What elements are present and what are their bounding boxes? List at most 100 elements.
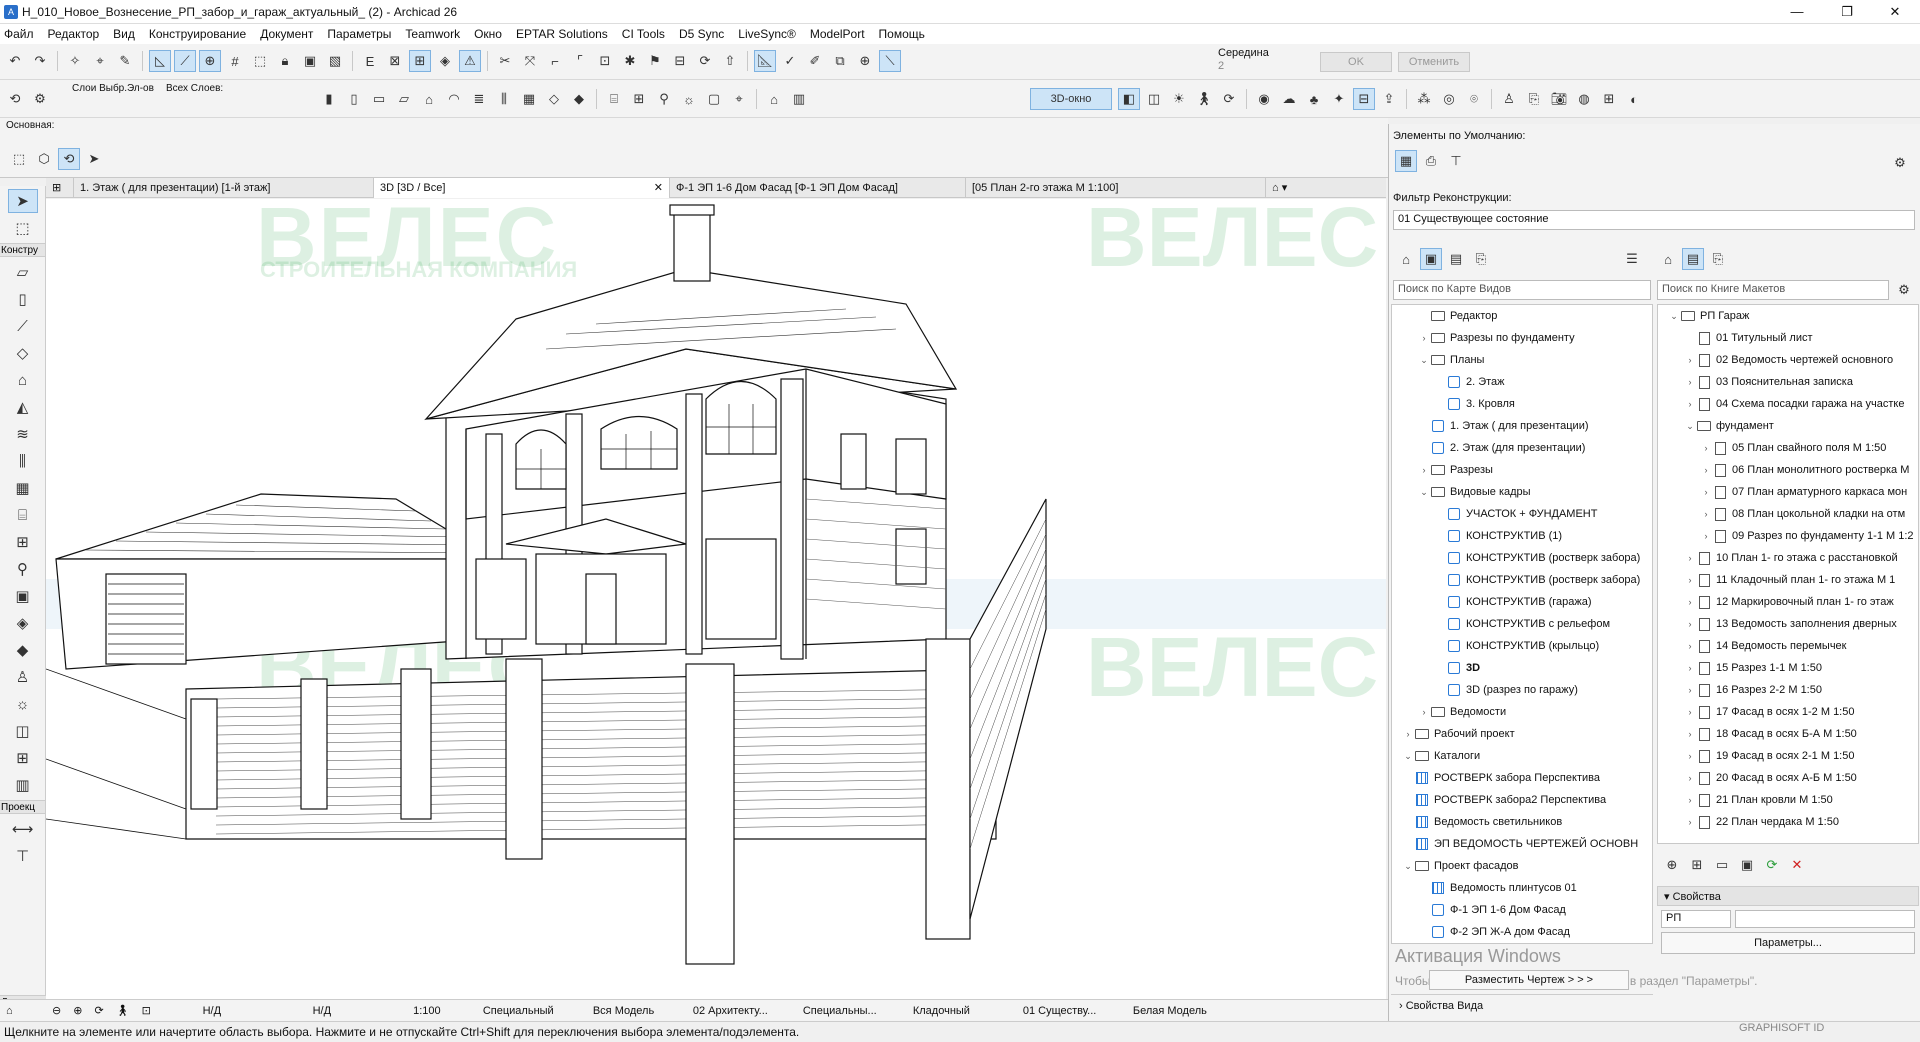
tree-item[interactable]: › 20 Фасад в осях А-Б М 1:50 <box>1658 767 1918 789</box>
new-layout-icon[interactable]: ⊕ <box>1661 854 1683 876</box>
tree-item[interactable]: КОНСТРУКТИВ (ростверк забора) <box>1392 569 1652 591</box>
ok-button[interactable]: OK <box>1320 52 1392 72</box>
expand-arrow-icon[interactable]: › <box>1684 811 1696 833</box>
explode-icon[interactable]: ✱ <box>619 50 641 72</box>
tree-item[interactable]: ЭП ВЕДОМОСТЬ ЧЕРТЕЖЕЙ ОСНОВН <box>1392 833 1652 855</box>
renovation-icon[interactable]: ⚠ <box>459 50 481 72</box>
house-icon[interactable]: ⌂ <box>763 88 785 110</box>
rotate-view-icon[interactable]: ⟲ <box>58 148 80 170</box>
tree-item[interactable]: › 09 Разрез по фундаменту 1-1 М 1:2 <box>1658 525 1918 547</box>
intersect-icon[interactable]: ⌐ <box>544 50 566 72</box>
object-tool-icon[interactable]: ⚲ <box>8 557 38 581</box>
minimize-button[interactable]: — <box>1774 0 1820 24</box>
expand-arrow-icon[interactable]: › <box>1684 591 1696 613</box>
drawing-icon[interactable]: ⊟ <box>669 50 691 72</box>
tree-item[interactable]: › 08 План цокольной кладки на отм <box>1658 503 1918 525</box>
adjust-icon[interactable]: ⤧ <box>519 50 541 72</box>
fillet-icon[interactable]: ⌜ <box>569 50 591 72</box>
expand-arrow-icon[interactable]: › <box>1684 547 1696 569</box>
tree-icon[interactable]: ♣ <box>1303 88 1325 110</box>
tree-item[interactable]: › 14 Ведомость перемычек <box>1658 635 1918 657</box>
expand-arrow-icon[interactable]: › <box>1684 349 1696 371</box>
nd-field-1[interactable]: Н/Д <box>157 1005 267 1017</box>
menu-9[interactable]: CI Tools <box>622 27 665 41</box>
zoom-box-icon[interactable]: ⧉ <box>829 50 851 72</box>
expand-arrow-icon[interactable]: › <box>1684 393 1696 415</box>
maximize-button[interactable]: ❐ <box>1824 0 1870 24</box>
expand-arrow-icon[interactable]: › <box>1700 503 1712 525</box>
pen-icon[interactable]: ✐ <box>804 50 826 72</box>
doc-icon[interactable]: ⎘ <box>1523 88 1545 110</box>
layout-book-search-input[interactable]: Поиск по Книге Макетов <box>1657 280 1889 300</box>
graphisoft-id[interactable]: GRAPHISOFT ID <box>1739 1022 1824 1034</box>
expand-arrow-icon[interactable]: › <box>1684 767 1696 789</box>
delete-icon[interactable]: ✕ <box>1786 854 1808 876</box>
mesh-icon[interactable]: ◇ <box>543 88 565 110</box>
tab-plan-2[interactable]: [05 План 2-го этажа М 1:100] <box>966 178 1266 198</box>
layer-combo-icon[interactable]: ◈ <box>434 50 456 72</box>
tree-item[interactable]: › 15 Разрез 1-1 М 1:50 <box>1658 657 1918 679</box>
elevate-icon[interactable]: ⇧ <box>719 50 741 72</box>
tree-item[interactable]: ⌄ Видовые кадры <box>1392 481 1652 503</box>
guide-line-icon[interactable]: ⟍ <box>879 50 901 72</box>
object-icon[interactable]: ⚲ <box>653 88 675 110</box>
lock-icon[interactable]: 🔒︎ <box>274 50 296 72</box>
renovation-field[interactable]: 01 Существу... <box>1017 1005 1127 1017</box>
expand-arrow-icon[interactable]: › <box>1700 481 1712 503</box>
window-icon[interactable]: ⊞ <box>628 88 650 110</box>
tab-3d[interactable]: 3D [3D / Все] ✕ <box>374 178 670 198</box>
tree-item[interactable]: › 17 Фасад в осях 1-2 М 1:50 <box>1658 701 1918 723</box>
section-cube-icon[interactable]: ◧ <box>1118 88 1140 110</box>
tree-item[interactable]: 1. Этаж ( для презентации) <box>1392 415 1652 437</box>
polygon-icon[interactable]: ⬡ <box>33 148 55 170</box>
expand-arrow-icon[interactable]: › <box>1700 525 1712 547</box>
menu-5[interactable]: Параметры <box>327 27 391 41</box>
person-icon[interactable]: ♙ <box>1498 88 1520 110</box>
light-icon[interactable]: ✦ <box>1328 88 1350 110</box>
morph-icon[interactable]: ◆ <box>568 88 590 110</box>
layouts-view-icon[interactable]: ⌂ <box>1657 248 1679 270</box>
tree-item[interactable]: КОНСТРУКТИВ (гаража) <box>1392 591 1652 613</box>
tree-item[interactable]: Ведомость плинтусов 01 <box>1392 877 1652 899</box>
beam-icon[interactable]: ▭ <box>368 88 390 110</box>
zoom-in-icon[interactable]: ⊕ <box>67 1004 88 1017</box>
3d-window-button[interactable]: 3D-окно <box>1030 88 1112 110</box>
tree-item[interactable]: › 04 Схема посадки гаража на участке <box>1658 393 1918 415</box>
new-folder-icon[interactable]: ▭ <box>1711 854 1733 876</box>
expand-arrow-icon[interactable]: › <box>1684 701 1696 723</box>
search-settings-icon[interactable]: ⚙ <box>1893 279 1915 301</box>
layer-combo-field[interactable]: 02 Архитекту... <box>687 1005 797 1017</box>
stair-tool-icon[interactable]: ≋ <box>8 422 38 446</box>
tab-menu-icon[interactable]: ⌂ ▾ <box>1266 178 1386 198</box>
marquee-tool-icon[interactable]: ⬚ <box>8 216 38 240</box>
walk-nav-icon[interactable]: 🚶︎ <box>110 1004 136 1017</box>
cancel-button[interactable]: Отменить <box>1398 52 1470 72</box>
tree-item[interactable]: › 07 План арматурного каркаса мон <box>1658 481 1918 503</box>
shell-tool-icon[interactable]: ◭ <box>8 395 38 419</box>
tree-item[interactable]: › 19 Фасад в осях 2-1 М 1:50 <box>1658 745 1918 767</box>
fit-window-icon[interactable]: ⊡ <box>136 1004 157 1017</box>
render-icon[interactable]: ◉ <box>1253 88 1275 110</box>
menu-2[interactable]: Вид <box>113 27 135 41</box>
tree-item[interactable]: Ф-2 ЭП Ж-А дом Фасад <box>1392 921 1652 943</box>
expand-arrow-icon[interactable]: › <box>1418 459 1430 481</box>
offset-icon[interactable]: ⊡ <box>594 50 616 72</box>
slab-tool-icon[interactable]: ◇ <box>8 341 38 365</box>
tree-item[interactable]: Ф-1 ЭП 1-6 Дом Фасад <box>1392 899 1652 921</box>
properties-id-field[interactable]: РП <box>1661 910 1731 928</box>
tree-item[interactable]: КОНСТРУКТИВ (крыльцо) <box>1392 635 1652 657</box>
tree-item[interactable]: 3. Кровля <box>1392 393 1652 415</box>
rebuild-icon[interactable]: ⟲ <box>4 88 26 110</box>
settings-gear-icon[interactable]: ⚙ <box>29 88 51 110</box>
door-tool-icon[interactable]: ⌸ <box>8 503 38 527</box>
expand-arrow-icon[interactable]: › <box>1684 613 1696 635</box>
refresh-icon[interactable]: ⟳ <box>1761 854 1783 876</box>
pin-icon[interactable]: ⌾ <box>1463 88 1485 110</box>
redo-icon[interactable]: ↷ <box>29 50 51 72</box>
tree-item[interactable]: ⌄ фундамент <box>1658 415 1918 437</box>
expand-arrow-icon[interactable]: › <box>1402 723 1414 745</box>
hatch-icon[interactable]: ▧ <box>324 50 346 72</box>
close-button[interactable]: ✕ <box>1872 0 1918 24</box>
arrow-tool-icon[interactable]: ➤ <box>7 189 38 213</box>
tree-item[interactable]: › 05 План свайного поля М 1:50 <box>1658 437 1918 459</box>
